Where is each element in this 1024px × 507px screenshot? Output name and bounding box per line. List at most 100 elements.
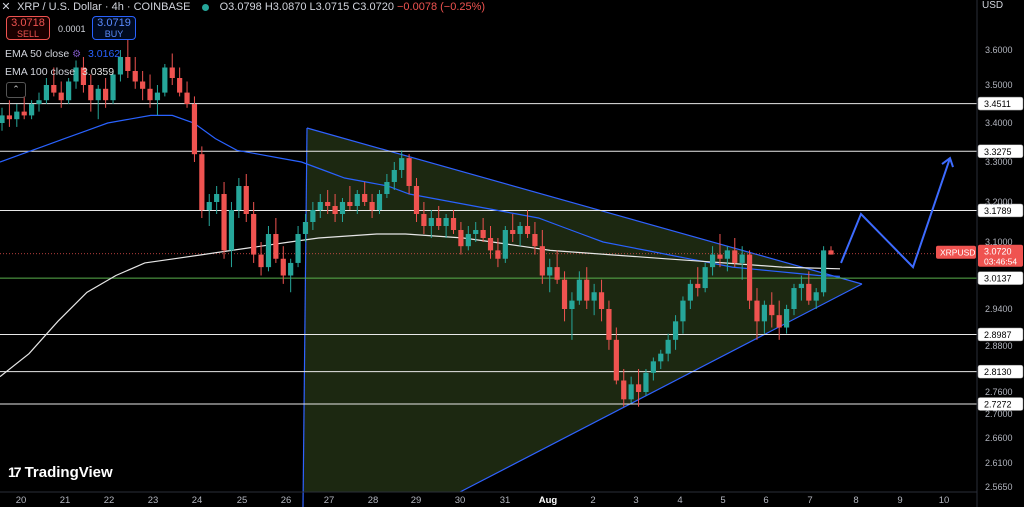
candle-body [384,182,390,194]
candle-body [58,92,64,101]
candle-body [147,88,153,101]
level-price-label: 3.1789 [984,206,1012,216]
candle-body [280,258,286,276]
market-status-icon [201,3,209,11]
candle-body [643,372,649,392]
candle-body [628,384,634,400]
candle-body [258,254,264,268]
price-tick-label: 2.7000 [985,409,1013,419]
candle-body [125,57,131,71]
candle-body [228,210,235,251]
level-price-label: 2.8987 [984,330,1012,340]
buy-price: 3.0719 [97,17,131,29]
candle-body [21,111,27,116]
candle-body [221,194,227,251]
candle-body [421,214,427,226]
candle-body [332,206,338,214]
time-tick-label: 27 [324,495,335,506]
candle-body [458,230,464,247]
candle-body [687,283,693,301]
candle-body [169,67,175,78]
candle-body [598,292,605,309]
ema-50-value: 3.0162 [88,48,121,60]
collapse-indicators-button[interactable]: ⌃ [6,82,26,98]
candle-body [243,186,249,214]
ohlc-change: −0.0078 (−0.25%) [397,1,486,13]
candle-body [724,250,730,259]
price-tick-label: 2.6600 [985,433,1013,443]
candle-body [828,250,834,255]
candle-body [428,218,434,226]
candle-body [650,361,656,373]
ema-100-label: EMA 100 close [5,66,76,78]
candle-body [783,309,790,328]
symbol-tag-label: XRPUSD [940,248,975,258]
time-axis[interactable]: 20 21 22 23 24 25 26 27 28 29 30 31 Aug 2 3 4 5 6 7 8 9 10 [0,491,977,506]
time-tick-label: 25 [237,495,248,506]
time-tick-label: 24 [192,495,203,506]
candle-body [43,85,50,101]
time-tick-label: 2 [590,495,595,506]
candle-body [739,254,745,263]
candle-body [798,283,804,289]
buy-label: BUY [104,29,124,39]
time-tick-label: 21 [60,495,71,506]
candle-body [376,194,383,210]
tradingview-logo: 17 TradingView [8,464,113,481]
indicator-ema-100[interactable]: EMA 100 close 3.0359 [5,66,114,78]
time-tick-label: 10 [939,495,950,506]
candle-body [214,194,220,202]
candle-body [554,267,560,280]
candle-body [162,67,168,93]
candle-body [532,234,538,247]
candle-body [510,230,516,234]
candle-body [406,158,412,186]
price-tick-label: 2.8800 [985,341,1013,351]
close-icon[interactable]: ✕ [0,0,12,13]
candle-body [302,222,309,234]
time-tick-label: Aug [539,495,558,506]
time-tick-label: 4 [677,495,682,506]
price-tick-label: 2.7600 [985,387,1013,397]
candle-body [184,92,190,104]
candle-body [103,88,109,101]
candle-body [436,218,442,226]
price-chart[interactable]: 3.45113.32753.17893.01372.89872.81302.72… [0,0,1024,507]
price-tick-label: 3.6000 [985,45,1013,55]
sell-button[interactable]: 3.0718 SELL [6,16,50,40]
candle-body [339,202,346,214]
candle-body [473,230,479,234]
candle-body [288,262,294,276]
currency-label[interactable]: USD [982,0,1003,11]
candle-body [769,304,775,316]
buy-button[interactable]: 3.0719 BUY [92,16,136,40]
candle-body [635,384,642,392]
level-price-label: 3.0137 [984,274,1012,284]
candle-body [576,279,582,301]
ema-50-label: EMA 50 close [5,48,70,60]
settings-icon[interactable]: ⚙ [72,49,81,60]
symbol-title[interactable]: XRP / U.S. Dollar · 4h · COINBASE [17,1,190,13]
time-tick-label: 20 [16,495,27,506]
ohlc-low: L3.0715 [309,1,350,13]
price-tick-label: 3.2000 [985,197,1013,207]
time-tick-label: 9 [897,495,902,506]
time-tick-label: 31 [500,495,511,506]
time-tick-label: 22 [104,495,115,506]
candle-body [776,315,782,328]
candle-body [206,202,212,210]
candle-body [443,218,449,226]
candle-body [695,283,701,289]
chevron-up-icon: ⌃ [12,84,20,94]
current-price-label: 3.0720 [984,247,1012,257]
time-tick-label: 30 [455,495,466,506]
level-price-label: 3.4511 [984,99,1011,109]
candle-body [317,202,323,210]
indicator-ema-50[interactable]: EMA 50 close ⚙ 3.0162 [5,48,120,60]
candle-body [95,88,101,101]
candle-body [154,92,161,101]
candle-body [362,194,368,202]
candle-body [761,304,767,322]
candle-body [236,186,242,210]
time-tick-label: 5 [720,495,725,506]
